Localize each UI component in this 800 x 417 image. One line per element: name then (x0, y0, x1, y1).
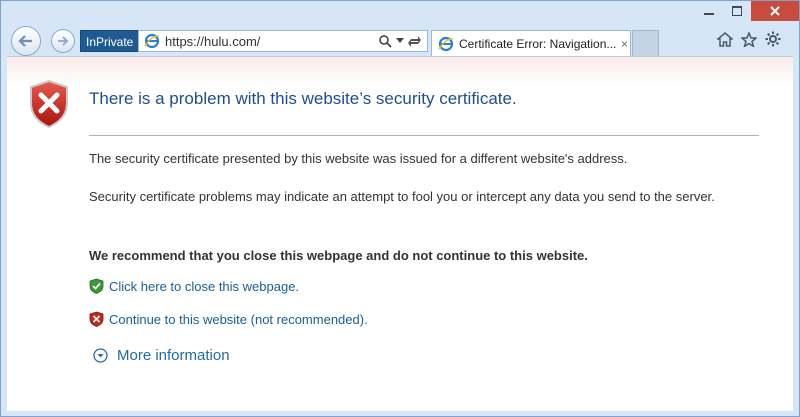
tab-title: Certificate Error: Navigation... (459, 36, 617, 51)
new-tab-button[interactable] (632, 30, 659, 56)
more-information-label[interactable]: More information (117, 347, 230, 364)
ie-logo-icon (438, 36, 454, 51)
address-url[interactable]: https://hulu.com/ (165, 34, 379, 49)
maximize-icon (732, 6, 742, 16)
close-window-button[interactable] (751, 1, 799, 21)
favorites-star-icon[interactable] (741, 31, 757, 47)
continue-row: Continue to this website (not recommende… (89, 311, 368, 327)
search-icon[interactable] (379, 34, 392, 48)
more-information-toggle[interactable]: More information (93, 347, 230, 364)
caption-buttons (695, 1, 799, 23)
back-arrow-icon (18, 35, 32, 47)
shield-warning-icon (89, 311, 104, 327)
close-webpage-link[interactable]: Click here to close this webpage. (109, 279, 299, 294)
expand-chevron-icon[interactable] (93, 348, 108, 363)
inprivate-badge: InPrivate (80, 30, 140, 52)
back-button[interactable] (11, 26, 41, 56)
recommendation-text: We recommend that you close this webpage… (89, 248, 588, 263)
refresh-icon[interactable] (408, 35, 421, 48)
minimize-button[interactable] (695, 1, 723, 21)
address-bar[interactable]: https://hulu.com/ (138, 30, 428, 52)
divider (89, 135, 759, 136)
home-icon[interactable] (717, 31, 733, 47)
close-webpage-row: Click here to close this webpage. (89, 278, 299, 294)
continue-website-link[interactable]: Continue to this website (not recommende… (109, 312, 368, 327)
tab-certificate-error[interactable]: Certificate Error: Navigation... × (431, 30, 631, 56)
forward-button[interactable] (51, 29, 75, 53)
close-icon (770, 6, 780, 16)
security-warning-text: Security certificate problems may indica… (89, 189, 715, 204)
chevron-down-icon[interactable] (396, 38, 404, 44)
page-title: There is a problem with this website’s s… (89, 89, 517, 108)
shield-ok-icon (89, 278, 104, 294)
shield-error-icon (30, 79, 68, 129)
settings-gear-icon[interactable] (765, 31, 781, 47)
ie-logo-icon (144, 33, 160, 49)
forward-arrow-icon (58, 36, 69, 46)
certificate-mismatch-text: The security certificate presented by th… (89, 151, 628, 166)
browser-window: InPrivate https://hulu.com/ Certificate … (0, 0, 800, 417)
minimize-icon (704, 13, 714, 15)
tab-close-icon[interactable]: × (621, 37, 628, 51)
maximize-button[interactable] (723, 1, 751, 21)
command-icons (717, 31, 781, 47)
page-content: There is a problem with this website’s s… (7, 56, 793, 411)
